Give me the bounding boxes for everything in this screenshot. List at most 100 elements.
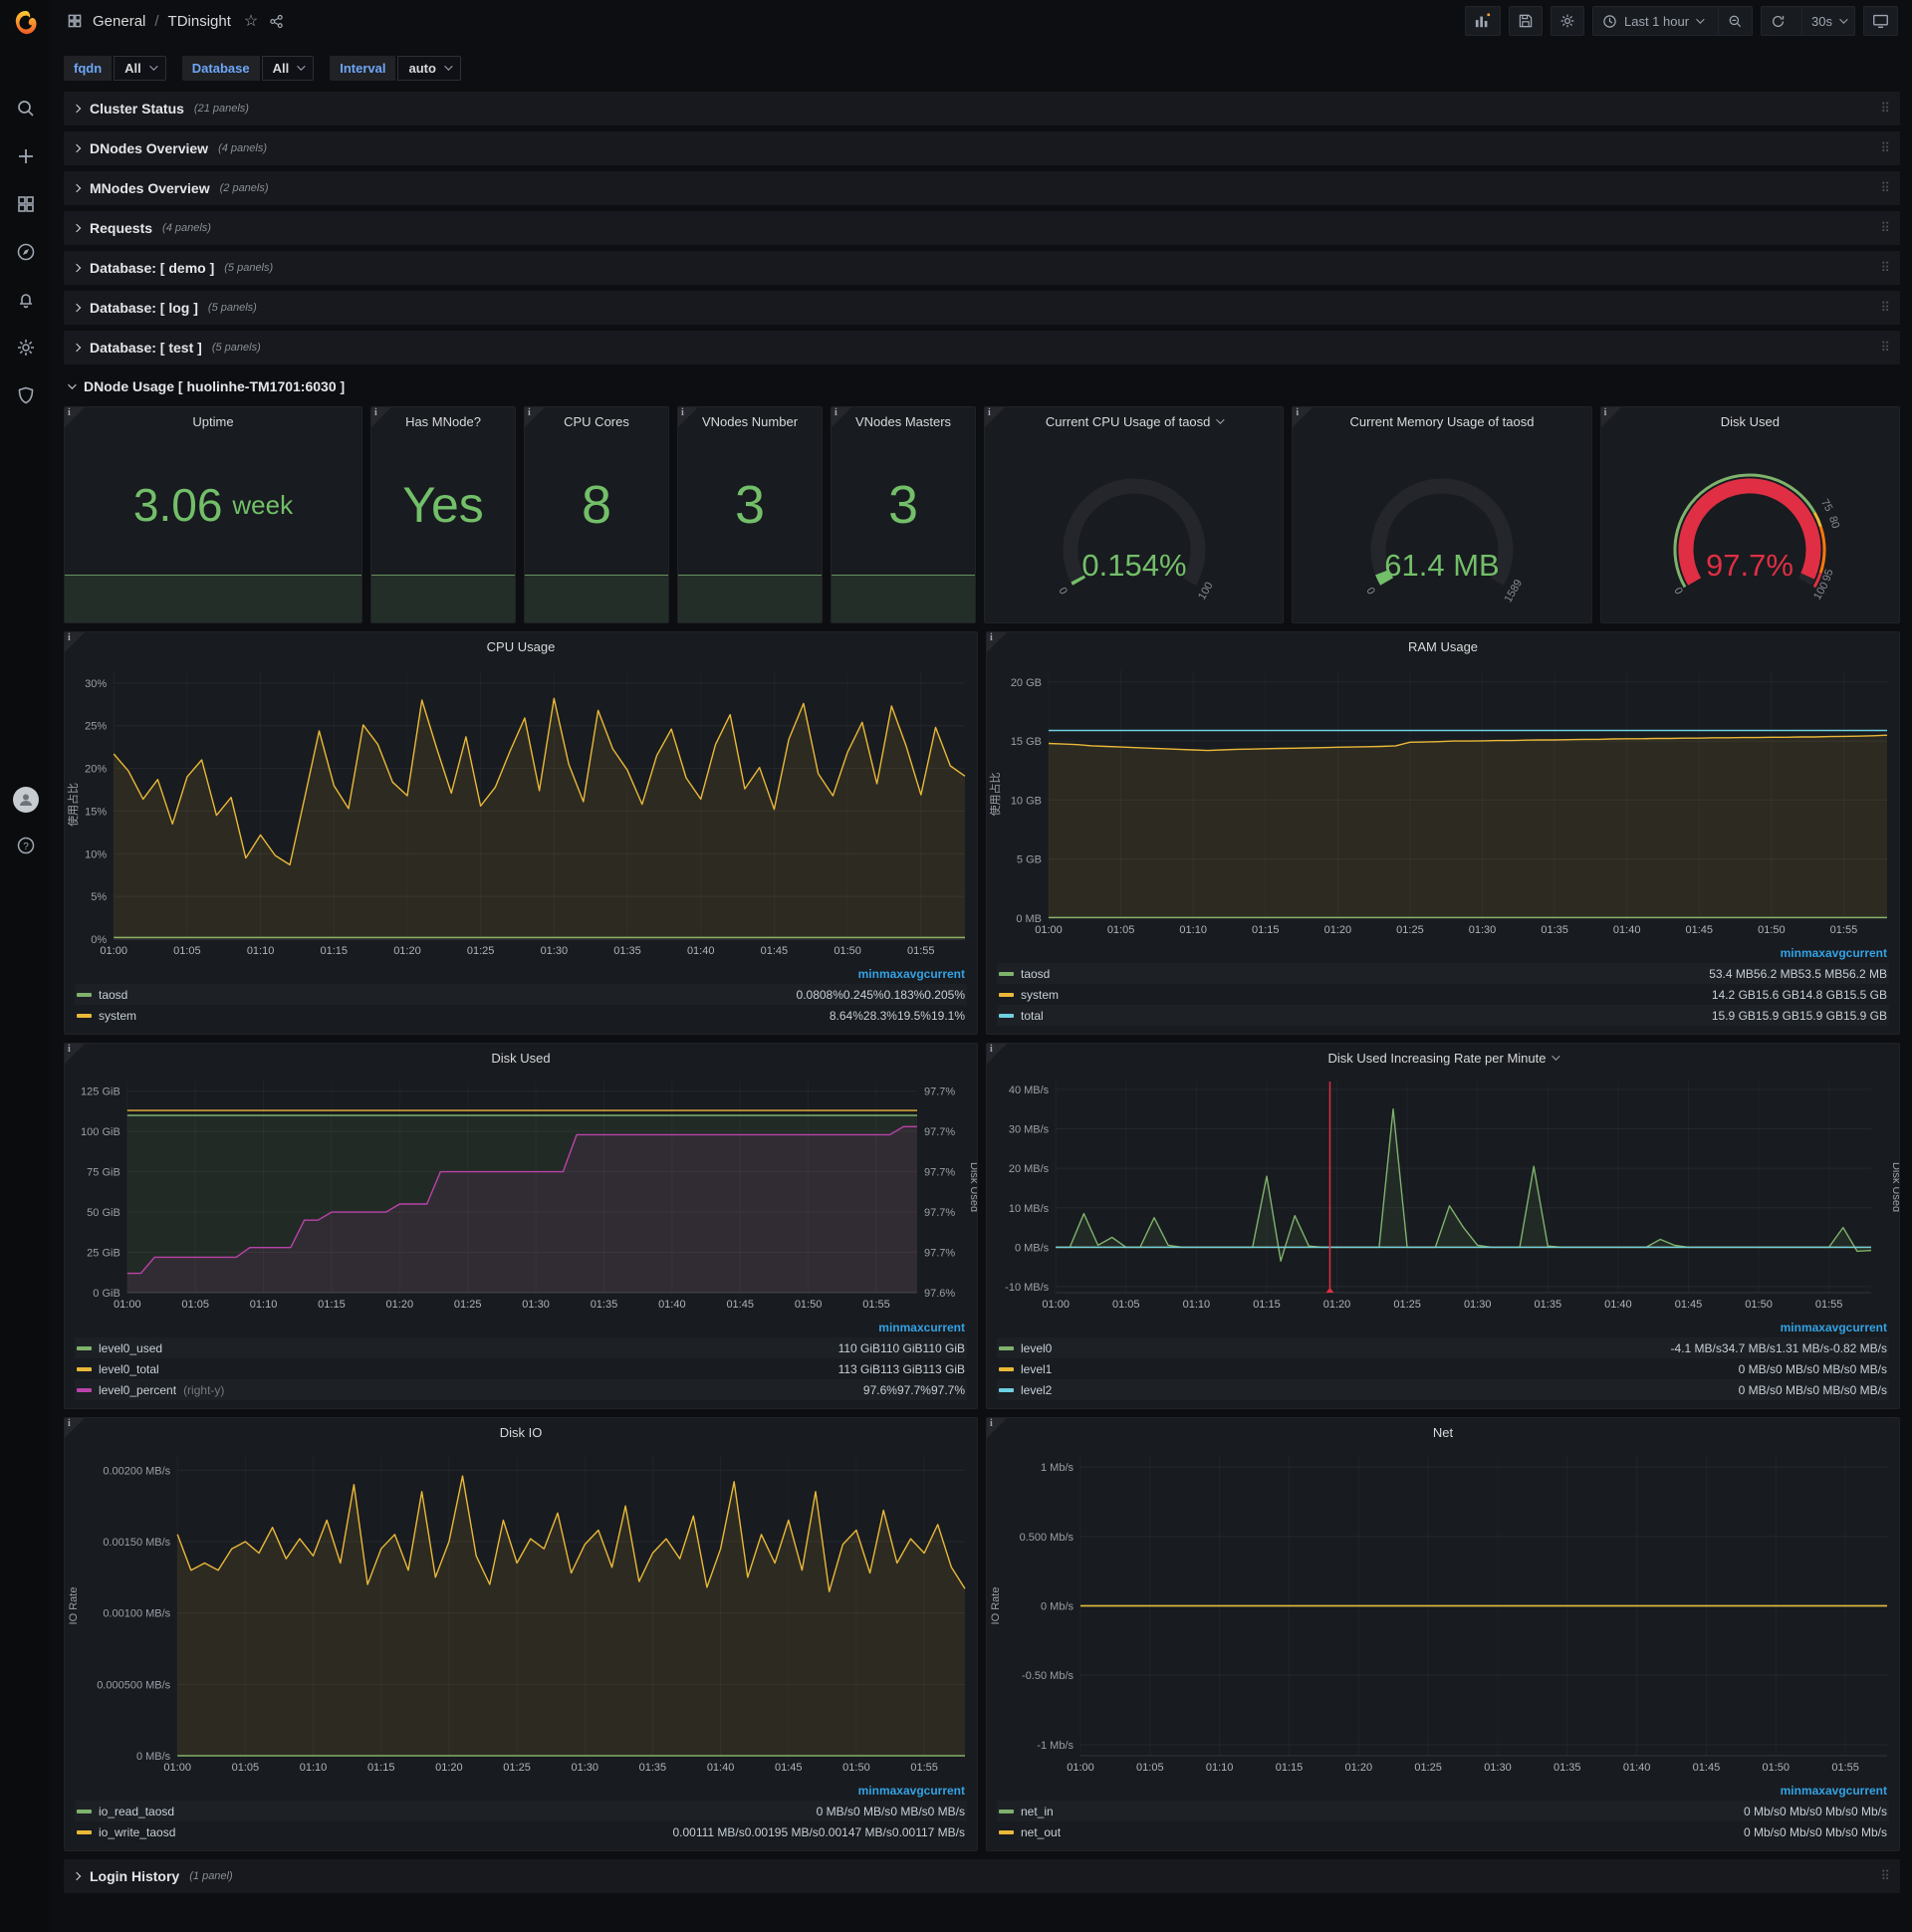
legend-series-name[interactable]: net_in: [999, 1805, 1744, 1818]
row-drag-handle[interactable]: ⠿: [1880, 220, 1890, 236]
panel-header[interactable]: CPU Cores: [525, 407, 668, 435]
breadcrumb-dashboard[interactable]: TDinsight: [168, 13, 231, 30]
panel-header[interactable]: VNodes Number: [678, 407, 822, 435]
panel-header[interactable]: VNodes Masters: [832, 407, 975, 435]
panel-info-icon[interactable]: i: [985, 407, 1005, 427]
panel-header[interactable]: Has MNode?: [371, 407, 515, 435]
create-icon[interactable]: [15, 145, 37, 167]
legend-value: 0.245%: [842, 987, 884, 1002]
svg-text:使用占比: 使用占比: [66, 783, 80, 827]
row-drag-handle[interactable]: ⠿: [1880, 180, 1890, 196]
variable-label: Interval: [330, 55, 396, 81]
panel-header[interactable]: Uptime: [65, 407, 361, 435]
row-database-test[interactable]: Database: [ test ] (5 panels) ⠿: [64, 331, 1900, 364]
panel-info-icon[interactable]: i: [678, 407, 698, 427]
legend-series-name[interactable]: io_write_taosd: [77, 1825, 672, 1839]
grafana-logo[interactable]: [0, 0, 52, 46]
row-drag-handle[interactable]: ⠿: [1880, 101, 1890, 117]
panel-header[interactable]: Disk Used: [1601, 407, 1899, 435]
help-icon[interactable]: ?: [15, 835, 37, 856]
panel-header[interactable]: Net: [987, 1418, 1899, 1446]
save-dashboard-button[interactable]: [1508, 6, 1543, 36]
legend-color-swatch: [999, 1366, 1014, 1371]
search-icon[interactable]: [15, 98, 37, 120]
panel-info-icon[interactable]: i: [65, 1044, 85, 1064]
legend-series-name[interactable]: level0_total: [77, 1362, 838, 1376]
row-dnode-usage[interactable]: DNode Usage [ huolinhe-TM1701:6030 ]: [64, 370, 1900, 402]
row-mnodes-overview[interactable]: MNodes Overview (2 panels) ⠿: [64, 171, 1900, 205]
panel-info-icon[interactable]: i: [65, 632, 85, 652]
legend-series-name[interactable]: system: [999, 988, 1712, 1002]
panel-info-icon[interactable]: i: [987, 1044, 1007, 1064]
breadcrumb-separator: /: [154, 12, 159, 30]
legend-series-name[interactable]: system: [77, 1009, 830, 1023]
svg-text:0.500 Mb/s: 0.500 Mb/s: [1020, 1532, 1075, 1544]
svg-text:01:45: 01:45: [761, 945, 789, 957]
legend-value: 19.1%: [930, 1008, 965, 1023]
refresh-button[interactable]: [1762, 7, 1794, 35]
panel-header[interactable]: Disk Used Increasing Rate per Minute: [987, 1044, 1899, 1072]
user-avatar[interactable]: [13, 787, 39, 813]
time-range-picker[interactable]: Last 1 hour: [1593, 7, 1711, 35]
star-icon[interactable]: ☆: [244, 11, 258, 31]
row-database-demo[interactable]: Database: [ demo ] (5 panels) ⠿: [64, 251, 1900, 285]
row-drag-handle[interactable]: ⠿: [1880, 340, 1890, 356]
panel-header[interactable]: RAM Usage: [987, 632, 1899, 660]
panel-info-icon[interactable]: i: [65, 1418, 85, 1438]
panel-info-icon[interactable]: i: [371, 407, 391, 427]
legend-series-name[interactable]: total: [999, 1009, 1712, 1023]
add-panel-button[interactable]: [1464, 6, 1501, 36]
share-icon[interactable]: [267, 12, 285, 30]
panel-info-icon[interactable]: i: [65, 407, 85, 427]
panel-info-icon[interactable]: i: [832, 407, 851, 427]
legend-series-name[interactable]: level0: [999, 1341, 1671, 1355]
panel-header[interactable]: Current CPU Usage of taosd: [985, 407, 1283, 435]
breadcrumb-folder[interactable]: General: [93, 13, 145, 30]
svg-text:01:55: 01:55: [907, 945, 935, 957]
legend-series-name[interactable]: taosd: [77, 988, 797, 1002]
variable-value-dropdown[interactable]: All: [114, 55, 166, 81]
settings-icon[interactable]: [15, 337, 37, 359]
panel-header[interactable]: Disk IO: [65, 1418, 977, 1446]
row-drag-handle[interactable]: ⠿: [1880, 260, 1890, 276]
dashboards-icon[interactable]: [15, 193, 37, 215]
legend-series-name[interactable]: level2: [999, 1383, 1739, 1397]
gauge-svg: 0 100 0.154%: [1056, 478, 1215, 602]
panel-header[interactable]: CPU Usage: [65, 632, 977, 660]
svg-text:0.154%: 0.154%: [1081, 548, 1186, 583]
zoom-out-time-button[interactable]: [1718, 7, 1752, 35]
panel-info-icon[interactable]: i: [525, 407, 545, 427]
legend-series-name[interactable]: io_read_taosd: [77, 1805, 817, 1818]
stat-value: 3.06: [132, 479, 223, 531]
legend-series-name[interactable]: taosd: [999, 967, 1709, 981]
row-drag-handle[interactable]: ⠿: [1880, 1868, 1890, 1884]
row-dnodes-overview[interactable]: DNodes Overview (4 panels) ⠿: [64, 131, 1900, 165]
legend-series-name[interactable]: level0_used: [77, 1341, 838, 1355]
legend-series-name[interactable]: level0_percent (right-y): [77, 1383, 863, 1397]
row-requests[interactable]: Requests (4 panels) ⠿: [64, 211, 1900, 245]
alerting-icon[interactable]: [15, 289, 37, 311]
variable-value-dropdown[interactable]: auto: [397, 55, 461, 81]
refresh-interval-picker[interactable]: 30s: [1801, 7, 1854, 35]
chevron-right-icon: [72, 263, 82, 273]
panel-title: CPU Cores: [564, 413, 629, 429]
shield-icon[interactable]: [15, 384, 37, 406]
row-drag-handle[interactable]: ⠿: [1880, 300, 1890, 316]
row-login-history[interactable]: Login History (1 panel) ⠿: [64, 1859, 1900, 1893]
panel-info-icon[interactable]: i: [987, 632, 1007, 652]
variable-value-dropdown[interactable]: All: [261, 55, 315, 81]
panel-info-icon[interactable]: i: [1293, 407, 1314, 427]
legend-series-name[interactable]: net_out: [999, 1825, 1744, 1839]
panel-info-icon[interactable]: i: [1600, 407, 1621, 427]
tv-mode-button[interactable]: [1863, 6, 1898, 36]
row-cluster-status[interactable]: Cluster Status (21 panels) ⠿: [64, 92, 1900, 125]
legend-value: 56.2 MB: [1842, 966, 1887, 981]
panel-header[interactable]: Disk Used: [65, 1044, 977, 1072]
row-database-log[interactable]: Database: [ log ] (5 panels) ⠿: [64, 291, 1900, 325]
explore-icon[interactable]: [15, 241, 37, 263]
dashboard-settings-button[interactable]: [1550, 6, 1584, 36]
panel-header[interactable]: Current Memory Usage of taosd: [1293, 407, 1590, 435]
legend-series-name[interactable]: level1: [999, 1362, 1739, 1376]
row-drag-handle[interactable]: ⠿: [1880, 140, 1890, 156]
panel-info-icon[interactable]: i: [987, 1418, 1007, 1438]
